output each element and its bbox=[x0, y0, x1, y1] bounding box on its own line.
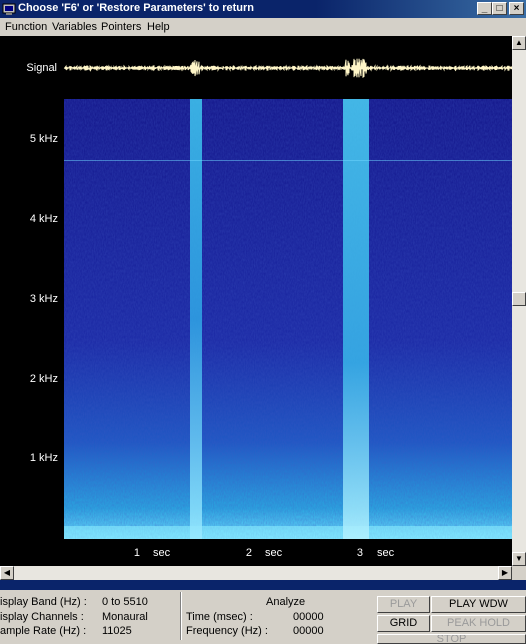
spectrogram-canvas[interactable]: Signal 5 kHz 4 kHz 3 kHz 2 kHz 1 kHz 1 s… bbox=[0, 36, 513, 566]
horizontal-scrollbar[interactable]: ◀ ▶ bbox=[0, 566, 512, 580]
peak-hold-button[interactable]: PEAK HOLD bbox=[431, 615, 526, 632]
status-panel: isplay Band (Hz) : 0 to 5510 isplay Chan… bbox=[0, 590, 526, 644]
play-window-button[interactable]: PLAY WDW bbox=[431, 596, 526, 613]
menu-pointers[interactable]: Pointers bbox=[101, 21, 141, 33]
freq-tick-label: 2 kHz bbox=[30, 373, 58, 385]
freq-tick-label: 1 kHz bbox=[30, 452, 58, 464]
spectrogram-line bbox=[64, 160, 512, 161]
scroll-left-arrow-icon[interactable]: ◀ bbox=[0, 566, 14, 580]
time-tick-unit: sec bbox=[265, 547, 283, 559]
scroll-thumb[interactable] bbox=[512, 292, 526, 306]
frequency-axis: 5 kHz 4 kHz 3 kHz 2 kHz 1 kHz bbox=[30, 133, 58, 464]
frequency-value: 00000 bbox=[293, 625, 324, 637]
minimize-button[interactable]: _ bbox=[477, 2, 492, 15]
time-tick-label: 1 bbox=[134, 547, 140, 559]
time-value: 00000 bbox=[293, 611, 324, 623]
display-channels-label: isplay Channels : bbox=[0, 611, 84, 623]
menu-function[interactable]: Function bbox=[5, 21, 47, 33]
scroll-up-arrow-icon[interactable]: ▲ bbox=[512, 36, 526, 50]
freq-tick-label: 3 kHz bbox=[30, 293, 58, 305]
stop-button[interactable]: STOP bbox=[377, 634, 526, 644]
menu-variables[interactable]: Variables bbox=[52, 21, 97, 33]
time-tick-unit: sec bbox=[153, 547, 171, 559]
frequency-label: Frequency (Hz) : bbox=[186, 625, 268, 637]
position-bar bbox=[0, 580, 526, 590]
signal-label: Signal bbox=[26, 62, 57, 74]
waveform-trace bbox=[63, 58, 513, 78]
maximize-button[interactable]: □ bbox=[492, 2, 507, 15]
status-divider bbox=[180, 592, 182, 640]
scroll-right-arrow-icon[interactable]: ▶ bbox=[498, 566, 512, 580]
time-axis: 1 sec 2 sec 3 sec bbox=[134, 547, 395, 559]
sample-rate-label: ample Rate (Hz) : bbox=[0, 625, 87, 637]
freq-tick-label: 5 kHz bbox=[30, 133, 58, 145]
title-bar: Choose 'F6' or 'Restore Parameters' to r… bbox=[0, 0, 526, 18]
menu-bar: Function Variables Pointers Help bbox=[0, 18, 526, 36]
spectrogram-baseline bbox=[64, 526, 512, 539]
close-button[interactable]: × bbox=[509, 2, 524, 15]
app-icon bbox=[2, 3, 16, 15]
time-tick-label: 2 bbox=[246, 547, 252, 559]
vertical-scrollbar[interactable]: ▲ ▼ bbox=[512, 36, 526, 566]
play-button[interactable]: PLAY bbox=[377, 596, 430, 613]
spectrogram-event-1 bbox=[190, 99, 202, 539]
display-band-value: 0 to 5510 bbox=[102, 596, 148, 608]
grid-button[interactable]: GRID bbox=[377, 615, 430, 632]
menu-help[interactable]: Help bbox=[147, 21, 170, 33]
sample-rate-value: 11025 bbox=[102, 625, 132, 637]
analyze-title: Analyze bbox=[266, 596, 306, 608]
spectrogram-panel[interactable]: Signal 5 kHz 4 kHz 3 kHz 2 kHz 1 kHz 1 s… bbox=[0, 36, 513, 566]
window-title: Choose 'F6' or 'Restore Parameters' to r… bbox=[18, 2, 255, 14]
time-tick-label: 3 bbox=[357, 547, 363, 559]
scroll-down-arrow-icon[interactable]: ▼ bbox=[512, 552, 526, 566]
freq-tick-label: 4 kHz bbox=[30, 213, 58, 225]
time-tick-unit: sec bbox=[377, 547, 395, 559]
time-label: Time (msec) : bbox=[186, 611, 253, 623]
spectrogram-event-2 bbox=[343, 99, 369, 539]
spectrogram-noise bbox=[64, 99, 512, 539]
display-channels-value: Monaural bbox=[102, 611, 148, 623]
display-band-label: isplay Band (Hz) : bbox=[0, 596, 87, 608]
